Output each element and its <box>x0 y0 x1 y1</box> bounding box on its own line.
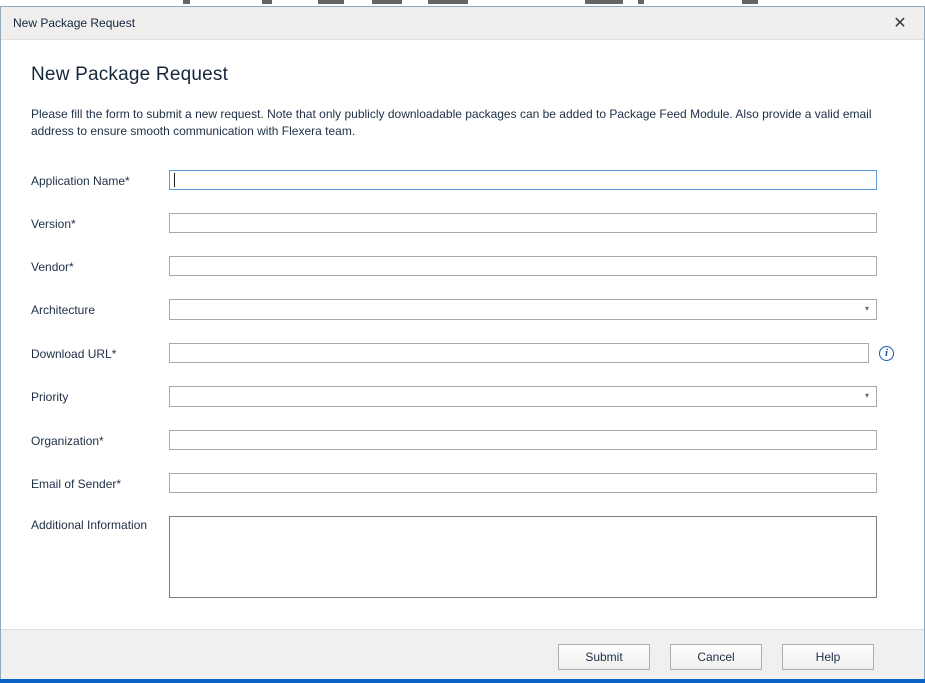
form-row: Architecture ▾ <box>31 299 894 320</box>
info-icon-glyph: i <box>885 348 888 359</box>
form-row: Priority ▾ <box>31 386 894 407</box>
form-row: Version* <box>31 213 894 233</box>
close-button[interactable]: ✕ <box>888 11 912 35</box>
form-row: Vendor* <box>31 256 894 276</box>
chevron-down-icon: ▾ <box>865 392 869 400</box>
download-url-input[interactable] <box>169 343 869 363</box>
application-name-label: Application Name* <box>31 172 169 188</box>
application-name-field <box>169 170 877 190</box>
chevron-down-icon: ▾ <box>865 305 869 313</box>
priority-select[interactable]: ▾ <box>169 386 877 407</box>
new-package-request-dialog: New Package Request ✕ New Package Reques… <box>0 6 925 683</box>
email-of-sender-label: Email of Sender* <box>31 475 169 491</box>
form-row: Application Name* <box>31 170 894 190</box>
close-icon: ✕ <box>893 13 906 33</box>
submit-button[interactable]: Submit <box>558 644 650 670</box>
help-button[interactable]: Help <box>782 644 874 670</box>
window-title: New Package Request <box>13 16 135 30</box>
dialog-content: New Package Request Please fill the form… <box>1 40 924 629</box>
organization-input[interactable] <box>169 430 877 450</box>
application-name-input[interactable] <box>169 170 877 190</box>
page-title: New Package Request <box>31 64 894 86</box>
architecture-select[interactable]: ▾ <box>169 299 877 320</box>
additional-information-textarea[interactable] <box>169 516 877 598</box>
form-row: Organization* <box>31 430 894 450</box>
form-row: Additional Information <box>31 516 894 598</box>
priority-label: Priority <box>31 388 169 404</box>
vendor-input[interactable] <box>169 256 877 276</box>
organization-label: Organization* <box>31 432 169 448</box>
info-icon[interactable]: i <box>879 346 894 361</box>
form-row: Email of Sender* <box>31 473 894 493</box>
button-bar: Submit Cancel Help <box>1 629 924 683</box>
architecture-label: Architecture <box>31 301 169 317</box>
form-description: Please fill the form to submit a new req… <box>31 106 894 140</box>
form-row: Download URL* i <box>31 343 894 363</box>
version-label: Version* <box>31 215 169 231</box>
titlebar: New Package Request ✕ <box>1 7 924 40</box>
vendor-label: Vendor* <box>31 258 169 274</box>
screen: New Package Request ✕ New Package Reques… <box>0 0 925 683</box>
version-input[interactable] <box>169 213 877 233</box>
cancel-button[interactable]: Cancel <box>670 644 762 670</box>
dialog-bottom-border <box>0 679 925 683</box>
text-caret <box>174 173 175 187</box>
email-of-sender-input[interactable] <box>169 473 877 493</box>
download-url-label: Download URL* <box>31 345 169 361</box>
additional-information-label: Additional Information <box>31 516 169 532</box>
